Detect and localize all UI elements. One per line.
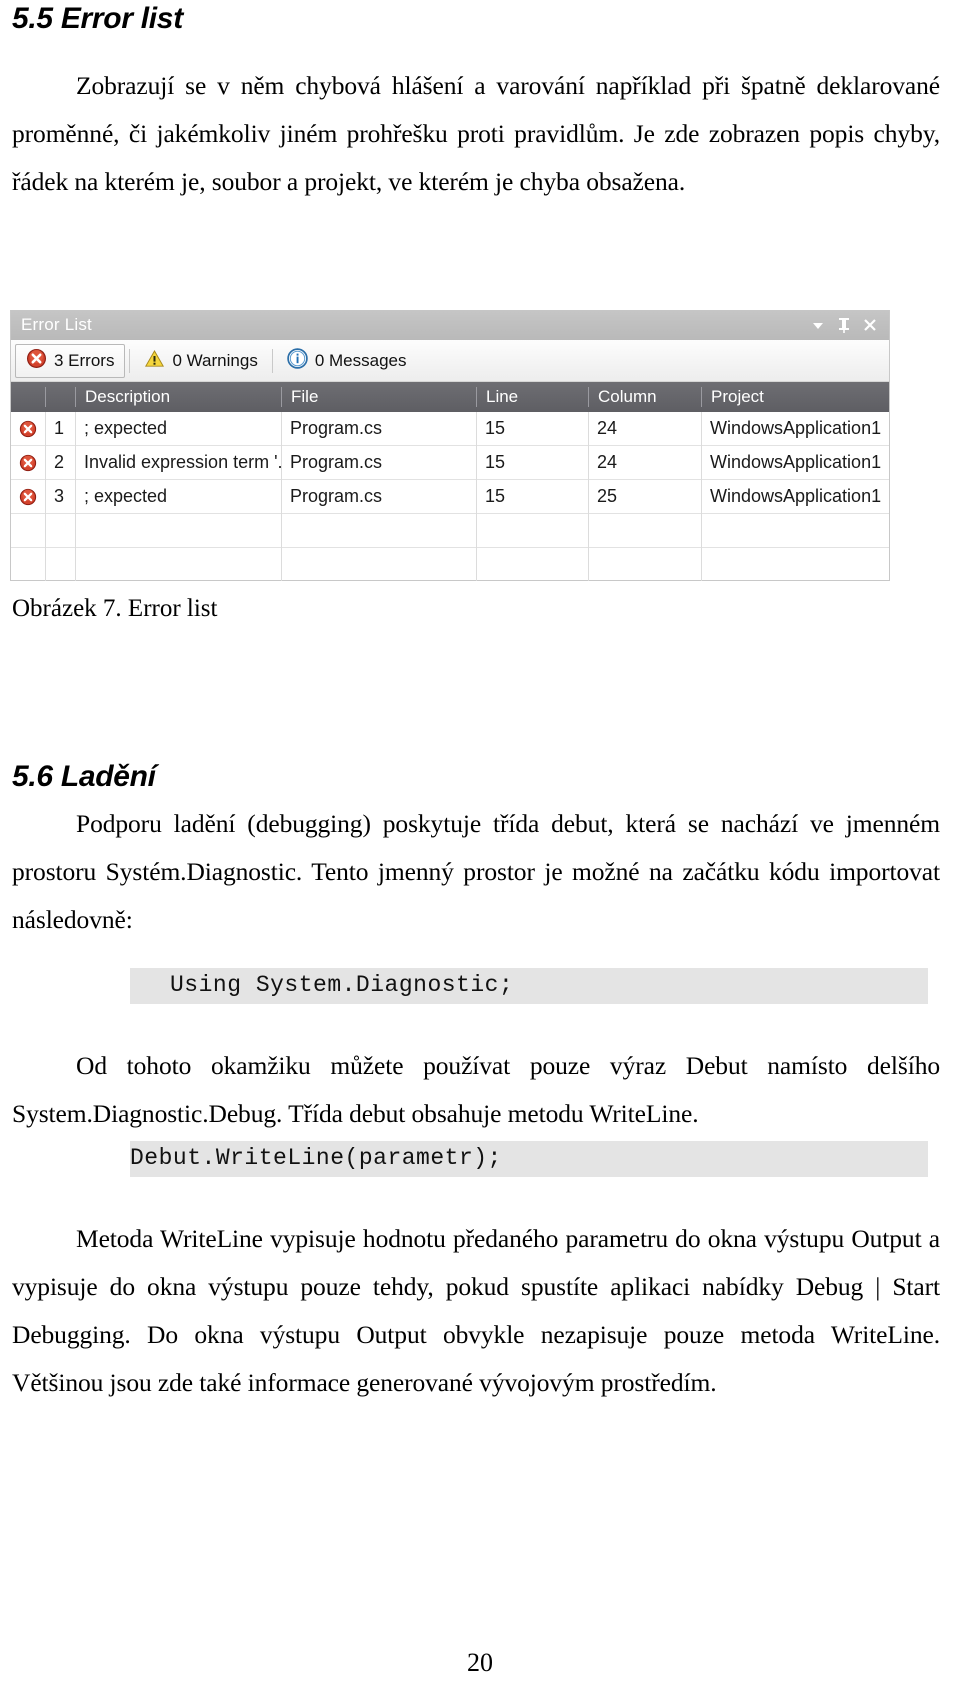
column-header-file[interactable]: File <box>281 387 476 407</box>
row-column: 24 <box>588 411 701 446</box>
page-title-section-5-5: 5.5 Error list <box>12 2 183 35</box>
code-block-using-directive: Using System.Diagnostic; <box>130 968 928 1004</box>
chevron-down-icon[interactable] <box>805 312 831 338</box>
empty-cell <box>281 513 476 548</box>
paragraph-error-list-description: Zobrazují se v něm chybová hlášení a var… <box>12 71 940 196</box>
row-project: WindowsApplication1 <box>701 411 889 446</box>
row-description: ; expected <box>75 479 281 514</box>
toolbar-separator <box>129 348 131 373</box>
empty-cell <box>701 513 889 548</box>
empty-cell <box>75 547 281 581</box>
row-line: 15 <box>476 411 588 446</box>
column-header-project[interactable]: Project <box>701 387 889 407</box>
row-number: 1 <box>45 411 75 446</box>
messages-filter-button[interactable]: 0 Messages <box>277 344 417 378</box>
page-number: 20 <box>467 1648 493 1677</box>
row-file: Program.cs <box>281 411 476 446</box>
table-row-empty[interactable] <box>11 513 889 548</box>
code-block-writeline-call: Debut.WriteLine(parametr); <box>130 1141 928 1177</box>
row-number: 2 <box>45 445 75 480</box>
row-number: 3 <box>45 479 75 514</box>
empty-cell <box>588 547 701 581</box>
info-icon <box>287 347 308 374</box>
empty-cell <box>281 547 476 581</box>
empty-cell <box>701 547 889 581</box>
row-line: 15 <box>476 479 588 514</box>
error-list-toolbar: 3 Errors 0 Warnings 0 Messages <box>11 340 889 382</box>
column-header-column[interactable]: Column <box>588 387 701 407</box>
empty-cell <box>476 513 588 548</box>
close-icon[interactable] <box>857 312 883 338</box>
empty-cell <box>45 547 75 581</box>
toolbar-separator <box>271 348 273 373</box>
error-list-title: Error List <box>21 315 92 334</box>
figure-caption: Obrázek 7. Error list <box>12 595 218 622</box>
empty-cell <box>588 513 701 548</box>
row-project: WindowsApplication1 <box>701 479 889 514</box>
messages-filter-label: 0 Messages <box>314 350 407 370</box>
empty-cell <box>45 513 75 548</box>
column-header-icon[interactable] <box>11 387 45 407</box>
error-list-panel: Error List 3 Errors 0 Warnings 0 Message… <box>10 310 890 581</box>
empty-cell <box>476 547 588 581</box>
paragraph-writeline-description: Metoda WriteLine vypisuje hodnotu předan… <box>12 1224 940 1397</box>
row-description: ; expected <box>75 411 281 446</box>
warnings-filter-button[interactable]: 0 Warnings <box>134 344 267 378</box>
error-list-titlebar: Error List <box>11 310 889 340</box>
page-title-section-5-6: 5.6 Ladění <box>12 760 156 793</box>
row-line: 15 <box>476 445 588 480</box>
table-row-empty[interactable] <box>11 547 889 581</box>
row-column: 24 <box>588 445 701 480</box>
column-header-number[interactable] <box>45 387 75 407</box>
warning-icon <box>144 348 165 374</box>
empty-cell <box>11 514 45 548</box>
empty-cell <box>11 547 45 581</box>
document-page: 5.5 Error list Zobrazují se v něm chybov… <box>0 0 960 1693</box>
row-file: Program.cs <box>281 445 476 480</box>
column-header-line[interactable]: Line <box>476 387 588 407</box>
row-column: 25 <box>588 479 701 514</box>
errors-filter-label: 3 Errors <box>54 350 115 370</box>
row-error-icon <box>11 446 45 480</box>
warnings-filter-label: 0 Warnings <box>172 350 258 370</box>
table-row[interactable]: 1 ; expected Program.cs 15 24 WindowsApp… <box>11 411 889 446</box>
table-row[interactable]: 3 ; expected Program.cs 15 25 WindowsApp… <box>11 479 889 514</box>
paragraph-debugging-intro: Podporu ladění (debugging) poskytuje tří… <box>12 809 940 934</box>
row-project: WindowsApplication1 <box>701 445 889 480</box>
table-row[interactable]: 2 Invalid expression term '.' Program.cs… <box>11 445 889 480</box>
row-description: Invalid expression term '.' <box>75 445 281 480</box>
row-error-icon <box>11 412 45 446</box>
empty-cell <box>75 513 281 548</box>
paragraph-debut-usage: Od tohoto okamžiku můžete používat pouze… <box>12 1051 940 1128</box>
error-list-column-headers: Description File Line Column Project <box>11 382 889 412</box>
error-icon <box>26 348 47 374</box>
errors-filter-button[interactable]: 3 Errors <box>15 343 126 378</box>
row-file: Program.cs <box>281 479 476 514</box>
row-error-icon <box>11 480 45 514</box>
column-header-description[interactable]: Description <box>75 387 281 407</box>
pin-icon[interactable] <box>831 312 857 338</box>
